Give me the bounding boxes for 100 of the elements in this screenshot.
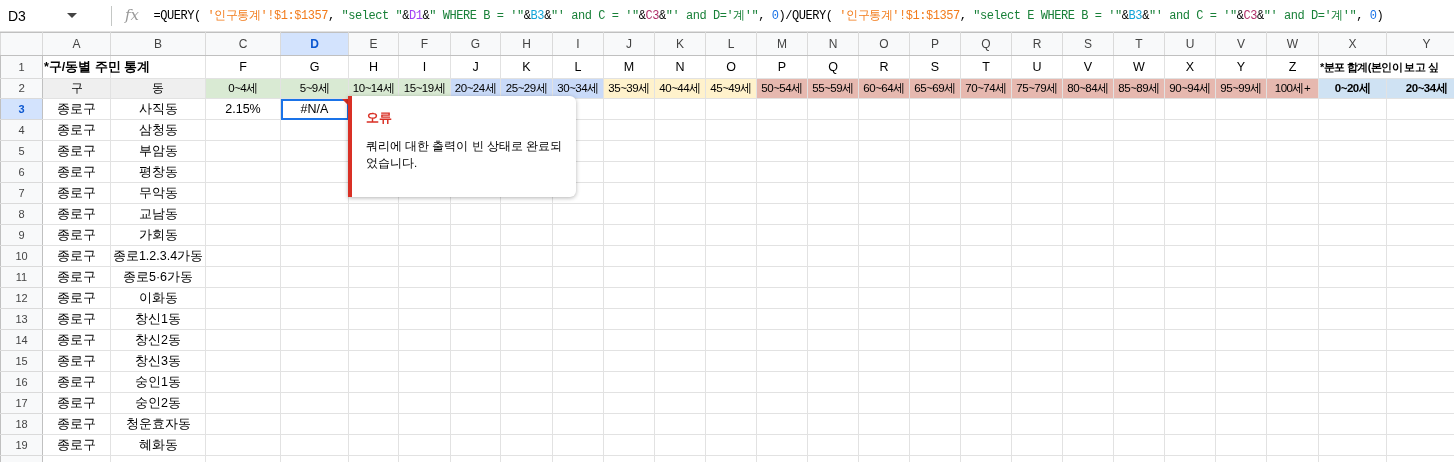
table-cell: 창신3동	[110, 350, 206, 372]
table-cell: 종로구	[42, 140, 111, 162]
table-cell: 종로구	[42, 182, 111, 204]
column-header[interactable]: V	[1215, 32, 1267, 56]
table-cell: 종로구	[42, 434, 111, 456]
caret-icon[interactable]	[66, 13, 77, 18]
table-cell: 숭인1동	[110, 371, 206, 393]
table-cell: 종로구	[42, 119, 111, 141]
row-header[interactable]: 3	[0, 98, 43, 120]
column-header[interactable]: A	[42, 32, 111, 56]
row-header[interactable]: 15	[0, 350, 43, 372]
table-cell: 종로구	[42, 329, 111, 351]
table-cell: P	[756, 55, 808, 79]
column-header[interactable]: H	[500, 32, 553, 56]
row-header[interactable]: 9	[0, 224, 43, 246]
table-cell: 가회동	[110, 224, 206, 246]
row-header[interactable]: 10	[0, 245, 43, 267]
row-header[interactable]: 6	[0, 161, 43, 183]
table-cell: 평창동	[110, 161, 206, 183]
row-header[interactable]: 16	[0, 371, 43, 393]
row-header[interactable]: 12	[0, 287, 43, 309]
tooltip-message: 쿼리에 대한 출력이 빈 상태로 완료되었습니다.	[366, 138, 562, 172]
row-header[interactable]: 13	[0, 308, 43, 330]
table-cell: 종로구	[42, 98, 111, 120]
table-cell: G	[280, 55, 349, 79]
column-header[interactable]: O	[858, 32, 910, 56]
row-header[interactable]: 11	[0, 266, 43, 288]
table-cell: 종로구	[42, 203, 111, 225]
column-header[interactable]: Q	[960, 32, 1012, 56]
table-cell: V	[1062, 55, 1114, 79]
table-cell: M	[603, 55, 655, 79]
table-cell: 창신2동	[110, 329, 206, 351]
table-cell: U	[1011, 55, 1063, 79]
sheet-title: *구/동별 주민 통계	[44, 59, 151, 74]
table-cell: 이화동	[110, 287, 206, 309]
table-cell: O	[705, 55, 757, 79]
table-cell: N	[654, 55, 706, 79]
table-cell: 사직동	[110, 98, 206, 120]
table-cell: 종로1.2.3.4가동	[110, 245, 206, 267]
table-cell: I	[398, 55, 451, 79]
column-header[interactable]: F	[398, 32, 451, 56]
table-cell: 종로구	[42, 308, 111, 330]
column-header[interactable]: L	[705, 32, 757, 56]
column-header[interactable]: E	[348, 32, 399, 56]
table-cell: L	[552, 55, 604, 79]
row-header[interactable]: 17	[0, 392, 43, 414]
column-header[interactable]: G	[450, 32, 501, 56]
column-header[interactable]: S	[1062, 32, 1114, 56]
section-title: *분포 합계(본인이 보고 싶	[1320, 60, 1439, 73]
error-cell: #N/A	[280, 98, 349, 120]
table-cell: 종로5·6가동	[110, 266, 206, 288]
row-header[interactable]: 18	[0, 413, 43, 435]
column-header[interactable]: X	[1318, 32, 1387, 56]
table-cell: F	[205, 55, 281, 79]
table-cell: Z	[1266, 55, 1319, 79]
table-cell: T	[960, 55, 1012, 79]
table-cell: S	[909, 55, 961, 79]
tooltip-title: 오류	[366, 109, 393, 127]
row-header[interactable]: 1	[0, 55, 43, 79]
column-header[interactable]: U	[1164, 32, 1216, 56]
column-header[interactable]: M	[756, 32, 808, 56]
table-cell: 삼청동	[110, 119, 206, 141]
table-cell: 혜화동	[110, 434, 206, 456]
table-cell: 창신1동	[110, 308, 206, 330]
row-header[interactable]: 19	[0, 434, 43, 456]
column-header[interactable]: C	[205, 32, 281, 56]
table-cell: W	[1113, 55, 1165, 79]
table-cell: 부암동	[110, 140, 206, 162]
column-header[interactable]: R	[1011, 32, 1063, 56]
column-header[interactable]: B	[110, 32, 206, 56]
row-header[interactable]: 7	[0, 182, 43, 204]
column-header[interactable]: P	[909, 32, 961, 56]
formula-label: fx	[125, 5, 140, 27]
row-header[interactable]: 14	[0, 329, 43, 351]
table-cell: R	[858, 55, 910, 79]
row-header[interactable]: 2	[0, 78, 43, 99]
formula-text[interactable]: =QUERY( '인구통계'!$1:$1357, "select "&D1&" WHERE B = '"&B3&"' and C = '"&C3&"' and D='계'", 0)/QUERY( '인구통계'!$1:$1357, "select E WHERE B = '"&B3&"' and C = '"&C3&"' and D='계'", 0)	[153, 6, 1384, 25]
table-cell: 종로구	[42, 350, 111, 372]
column-header[interactable]: K	[654, 32, 706, 56]
column-header[interactable]: T	[1113, 32, 1165, 56]
column-header[interactable]: J	[603, 32, 655, 56]
table-cell: 종로구	[42, 413, 111, 435]
table-cell: 숭인2동	[110, 392, 206, 414]
name-box[interactable]: D3	[0, 3, 100, 28]
column-header[interactable]: Y	[1386, 32, 1454, 56]
table-cell: Q	[807, 55, 859, 79]
column-header[interactable]: N	[807, 32, 859, 56]
row-header[interactable]: 4	[0, 119, 43, 141]
table-cell: 교남동	[110, 203, 206, 225]
table-cell: 무악동	[110, 182, 206, 204]
column-header[interactable]: D	[280, 32, 349, 56]
column-header[interactable]: W	[1266, 32, 1319, 56]
row-header[interactable]: 8	[0, 203, 43, 225]
table-cell: X	[1164, 55, 1216, 79]
row-header[interactable]: 5	[0, 140, 43, 162]
table-cell: H	[348, 55, 399, 79]
column-header[interactable]: I	[552, 32, 604, 56]
table-cell: Y	[1215, 55, 1267, 79]
table-cell: 종로구	[42, 266, 111, 288]
table-cell: 종로구	[42, 287, 111, 309]
